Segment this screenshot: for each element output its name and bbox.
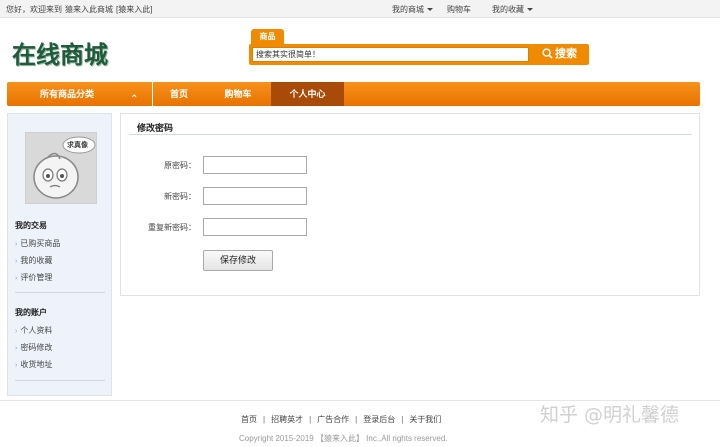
my-mall-label: 我的商城 (392, 5, 424, 14)
footer-separator: | (401, 415, 404, 424)
old-password-field[interactable] (203, 156, 307, 174)
favorites-label: 我的收藏 (492, 5, 524, 14)
avatar[interactable]: 求真像 (25, 132, 97, 204)
footer-link-jobs[interactable]: 招聘英才 (271, 415, 303, 424)
section-title-account: 我的账户 (15, 308, 47, 317)
sidebar-item-label: 收货地址 (20, 360, 53, 369)
sidebar-item-label: 密码修改 (20, 343, 53, 352)
categories-label: 所有商品分类 (40, 89, 95, 99)
my-mall-menu[interactable]: 我的商城 (392, 4, 433, 15)
site-logo[interactable]: 在线商城 (12, 35, 108, 70)
page-title: 修改密码 (137, 123, 174, 133)
top-bar: 您好，欢迎来到 猿来入此商城 [猿来入此] 我的商城 购物车 我的收藏 (0, 0, 720, 18)
chevron-down-icon (527, 8, 533, 12)
all-categories-menu[interactable]: 所有商品分类 ⌃ (7, 82, 152, 106)
sidebar-item-reviews[interactable]: › 评价管理 (15, 272, 52, 283)
nav-item-user-center[interactable]: 个人中心 (271, 82, 344, 106)
sidebar-item-label: 个人资料 (20, 326, 53, 335)
repeat-password-label: 重复新密码： (148, 223, 196, 232)
top-cart-link[interactable]: 购物车 (447, 4, 471, 15)
welcome-text: 您好，欢迎来到 猿来入此商城 [猿来入此] (6, 4, 155, 15)
avatar-caption: 求真像 (67, 142, 88, 149)
footer-separator: | (355, 415, 358, 424)
new-password-label: 新密码： (164, 192, 196, 201)
footer-links: 首页 | 招聘英才 | 广告合作 | 登录后台 | 关于我们 (241, 414, 441, 425)
new-password-field[interactable] (203, 187, 307, 205)
bullet-icon: › (15, 258, 18, 265)
search-icon (542, 48, 553, 59)
favorites-menu[interactable]: 我的收藏 (492, 4, 533, 15)
sidebar-divider (15, 380, 105, 381)
bullet-icon: › (15, 241, 18, 248)
brand-name: 猿来入此商城 (65, 5, 113, 14)
old-password-label: 原密码： (164, 161, 196, 170)
search-bar: 搜索 (249, 44, 589, 65)
sidebar: 求真像 我的交易 › 已购买商品 › 我的收藏 › 评价管理 我的账户 › 个人资料 ›… (7, 113, 112, 396)
sidebar-item-label: 已购买商品 (20, 239, 61, 248)
nav-item-cart[interactable]: 购物车 (205, 82, 271, 106)
sidebar-item-profile[interactable]: › 个人资料 (15, 325, 52, 336)
footer-link-home[interactable]: 首页 (241, 415, 257, 424)
bullet-icon: › (15, 345, 18, 352)
sidebar-item-password[interactable]: › 密码修改 (15, 342, 52, 353)
search-button[interactable]: 搜索 (532, 46, 587, 63)
change-password-panel: 修改密码 原密码： 新密码： 重复新密码： 保存修改 (120, 113, 700, 296)
footer-separator: | (263, 415, 266, 424)
sidebar-item-address[interactable]: › 收货地址 (15, 359, 52, 370)
sidebar-item-favorites[interactable]: › 我的收藏 (15, 255, 52, 266)
welcome-label: 您好，欢迎来到 (6, 5, 62, 14)
sidebar-divider (15, 292, 105, 293)
search-tab-products[interactable]: 商品 (251, 29, 284, 44)
save-button[interactable]: 保存修改 (203, 250, 273, 271)
title-divider (129, 134, 692, 135)
sidebar-item-label: 评价管理 (20, 273, 53, 282)
watermark-text: 知乎 @明礼馨德 (540, 404, 680, 426)
sidebar-item-label: 我的收藏 (20, 256, 53, 265)
footer-link-admin[interactable]: 登录后台 (363, 415, 395, 424)
chevron-down-icon (427, 8, 433, 12)
repeat-password-field[interactable] (203, 218, 307, 236)
bullet-icon: › (15, 362, 18, 369)
main-nav: 所有商品分类 ⌃ 首页 购物车 个人中心 (7, 82, 700, 106)
sidebar-item-purchased[interactable]: › 已购买商品 (15, 238, 60, 249)
login-link[interactable]: [猿来入此] (116, 5, 152, 14)
bullet-icon: › (15, 275, 18, 282)
footer-link-ads[interactable]: 广告合作 (317, 415, 349, 424)
bullet-icon: › (15, 328, 18, 335)
copyright-text: Copyright 2015-2019 【猿来入此】 Inc.,All righ… (239, 434, 448, 443)
chevron-up-icon: ⌃ (130, 94, 139, 105)
section-title-trades: 我的交易 (15, 221, 47, 230)
search-button-label: 搜索 (555, 48, 577, 60)
nav-item-home[interactable]: 首页 (153, 82, 205, 106)
footer-separator: | (309, 415, 312, 424)
footer-link-about[interactable]: 关于我们 (409, 415, 441, 424)
search-input[interactable] (252, 47, 529, 62)
